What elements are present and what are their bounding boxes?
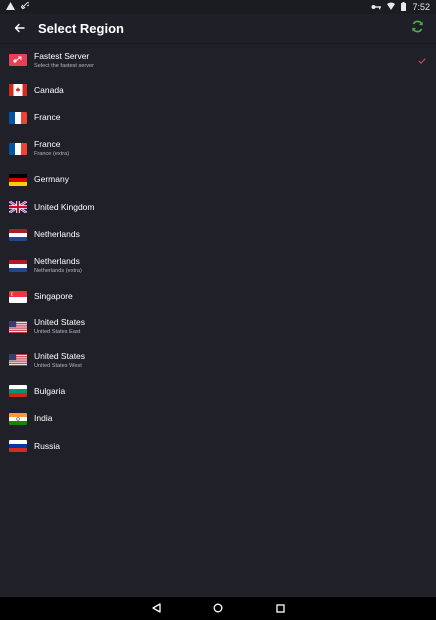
region-text: Netherlands Netherlands (extra) <box>34 256 82 275</box>
region-row[interactable]: United States United States East <box>0 310 436 343</box>
wifi-icon <box>387 2 396 12</box>
netherlands-flag-icon <box>9 228 27 241</box>
netherlands-flag-icon <box>9 259 27 272</box>
arrow-left-icon <box>14 20 25 38</box>
page-title: Select Region <box>38 21 124 36</box>
france-flag-icon <box>9 111 27 124</box>
region-row[interactable]: United Kingdom <box>0 193 436 221</box>
region-name: Netherlands <box>34 229 80 239</box>
region-name: United States <box>34 317 86 327</box>
home-circle-icon <box>213 600 223 618</box>
region-name: Germany <box>34 174 69 184</box>
refresh-button[interactable] <box>406 18 428 40</box>
region-name: Canada <box>34 84 64 95</box>
region-name: France <box>34 139 61 149</box>
india-flag-icon <box>9 412 27 425</box>
united-states-flag-icon <box>9 320 27 333</box>
russia-flag-icon <box>9 440 27 452</box>
region-name: Fastest Server <box>34 50 90 61</box>
region-list: Fastest Server Select the fastest server C… <box>0 44 436 460</box>
region-text: United States United States West <box>34 351 85 370</box>
singapore-flag-icon <box>9 290 27 303</box>
clock-time: 7:52 <box>412 2 430 12</box>
nav-back-button[interactable] <box>125 597 187 620</box>
united-states-flag-icon <box>9 354 27 366</box>
region-row[interactable]: France <box>0 104 436 131</box>
region-row[interactable]: Germany <box>0 166 436 193</box>
region-row[interactable]: Singapore <box>0 283 436 310</box>
region-text: Fastest Server Select the fastest server <box>34 51 94 70</box>
region-subtitle: France (extra) <box>34 151 70 157</box>
germany-flag-icon <box>9 173 27 186</box>
region-text: France <box>34 112 60 123</box>
region-text: France France (extra) <box>34 139 69 158</box>
app-bar: Select Region <box>0 14 436 44</box>
bulgaria-flag-icon <box>9 385 27 397</box>
region-name: United Kingdom <box>34 201 95 212</box>
back-button[interactable] <box>0 14 38 44</box>
nav-recents-button[interactable] <box>249 597 311 620</box>
region-row[interactable]: India <box>0 405 436 432</box>
region-name: Russia <box>34 440 60 451</box>
status-bar: 7:52 <box>0 0 436 14</box>
region-text: India <box>34 413 52 424</box>
region-row[interactable]: Canada <box>0 76 436 104</box>
region-text: United Kingdom <box>34 202 94 213</box>
vpn-key-icon <box>371 2 382 12</box>
canada-flag-icon <box>9 84 27 96</box>
region-text: Netherlands <box>34 229 80 240</box>
link-icon <box>21 2 30 12</box>
region-name: Singapore <box>34 291 73 301</box>
france-flag-icon <box>9 142 27 155</box>
region-row[interactable]: Fastest Server Select the fastest server <box>0 44 436 76</box>
region-subtitle: Select the fastest server <box>34 62 95 69</box>
back-triangle-icon <box>151 600 161 618</box>
region-text: Germany <box>34 174 69 185</box>
region-row[interactable]: France France (extra) <box>0 131 436 166</box>
region-name: India <box>34 413 53 423</box>
fastest-server-icon <box>9 54 27 66</box>
region-subtitle: United States East <box>34 329 81 335</box>
system-nav-bar <box>0 597 436 620</box>
region-subtitle: Netherlands (extra) <box>34 268 82 274</box>
nav-home-button[interactable] <box>187 597 249 620</box>
region-row[interactable]: Russia <box>0 432 436 460</box>
region-name: France <box>34 112 61 122</box>
region-subtitle: United States West <box>34 362 82 369</box>
region-row[interactable]: Netherlands <box>0 221 436 248</box>
region-text: Russia <box>34 441 60 452</box>
region-row[interactable]: Netherlands Netherlands (extra) <box>0 248 436 283</box>
region-name: Bulgaria <box>34 385 66 396</box>
checkmark-icon <box>418 51 426 69</box>
region-row[interactable]: Bulgaria <box>0 377 436 405</box>
united-kingdom-flag-icon <box>9 201 27 213</box>
region-text: United States United States East <box>34 317 85 336</box>
recents-square-icon <box>275 600 285 618</box>
region-text: Bulgaria <box>34 386 65 397</box>
region-name: United States <box>34 350 86 361</box>
region-text: Canada <box>34 85 64 96</box>
warning-icon <box>6 2 15 12</box>
region-row[interactable]: United States United States West <box>0 343 436 377</box>
region-text: Singapore <box>34 291 73 302</box>
refresh-icon <box>411 20 424 38</box>
battery-icon <box>401 1 407 13</box>
region-name: Netherlands <box>34 256 80 266</box>
